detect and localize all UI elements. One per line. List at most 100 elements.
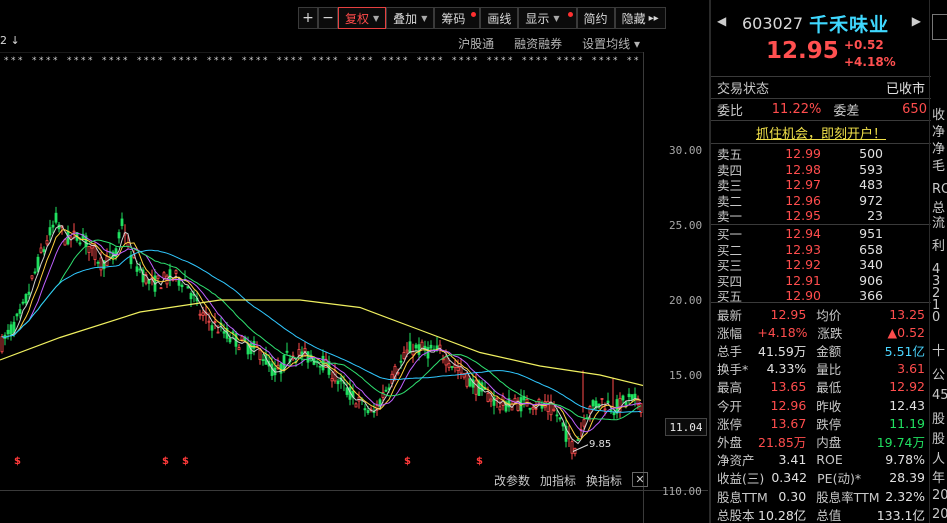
stat-value: 19.74万	[876, 434, 926, 450]
overlay-dropdown[interactable]: 叠加 ▼	[386, 7, 435, 29]
hide-panel-button[interactable]: 隐藏 ▸▸	[614, 7, 666, 29]
side-panel-text: 股	[932, 412, 946, 427]
add-indicator-button[interactable]: 加指标	[540, 472, 576, 489]
change-indicator-button[interactable]: 换指标	[586, 472, 622, 489]
next-stock-icon[interactable]: ▶	[912, 14, 921, 28]
marker-glyph: *	[417, 56, 422, 66]
candle-body	[459, 366, 463, 374]
ma60-line	[1, 249, 642, 413]
marker-glyph: *	[137, 56, 142, 66]
close-icon[interactable]: ✕	[632, 472, 648, 487]
chips-button[interactable]: 筹码	[434, 7, 481, 29]
marker-glyph: *	[438, 56, 443, 66]
stat-label: 均价	[816, 307, 842, 323]
candle-body	[240, 336, 244, 341]
stat-value: 5.51亿	[884, 343, 926, 359]
stat-label: 涨幅	[717, 325, 743, 341]
candle-body	[0, 336, 4, 353]
candle-body	[285, 350, 289, 353]
marker-glyph: *	[158, 56, 163, 66]
zoom-out-button[interactable]: −	[318, 7, 338, 29]
marker-glyph: *	[207, 56, 212, 66]
candle-body	[33, 271, 37, 274]
margin-trading-link[interactable]: 融资融券	[514, 35, 562, 52]
marker-glyph: *	[179, 56, 184, 66]
kline-chart-panel: + − 复权 ▼ 叠加 ▼ 筹码 画线 显示 ▼ 简约 隐藏 ▸▸ 2 ↓ 沪股…	[0, 0, 708, 523]
candle-body	[468, 378, 472, 387]
stock-header: 603027 千禾味业	[711, 10, 931, 37]
stat-label: 量比	[816, 362, 842, 378]
modify-params-button[interactable]: 改参数	[494, 472, 530, 489]
stats-row: 外盘 21.85万 内盘 19.74万	[717, 433, 926, 450]
candle-body	[399, 360, 403, 363]
hk-connect-link[interactable]: 沪股通	[458, 35, 494, 52]
dividend-marker-icon: $	[182, 456, 189, 467]
stat-label: 股息率TTM	[816, 489, 880, 505]
candle-body	[18, 309, 22, 314]
side-panel-text: 人	[932, 452, 946, 467]
ask-level-row[interactable]: 卖一 12.95 23	[717, 208, 925, 224]
candlestick-plot[interactable]: * * * * * * * * * * * * * * * * * * * * * * * * * * * * * * * * * * * * * * * *…	[0, 52, 643, 490]
candle-body	[606, 400, 610, 404]
candle-body	[588, 406, 592, 414]
stat-label: 最高	[717, 380, 743, 396]
level-price: 12.94	[785, 226, 821, 241]
open-account-link[interactable]: 抓住机会，即刻开户！	[717, 123, 925, 142]
marker-glyph: *	[39, 56, 44, 66]
marker-glyph: *	[221, 56, 226, 66]
candle-body	[363, 408, 367, 411]
level-volume: 340	[859, 257, 883, 272]
marker-glyph: *	[11, 56, 16, 66]
last-price: 12.95	[766, 38, 839, 64]
stat-value: 2.32%	[885, 488, 925, 504]
stat-label: 涨跌	[817, 325, 843, 341]
candle-body	[96, 261, 100, 264]
marker-glyph: *	[284, 56, 289, 66]
candle-body	[15, 313, 19, 317]
restore-rights-dropdown[interactable]: 复权 ▼	[338, 7, 387, 29]
wei-bi-value: 11.22%	[771, 102, 822, 117]
side-panel-tab[interactable]	[932, 14, 947, 40]
stat-label: 涨停	[717, 416, 743, 432]
zoom-in-button[interactable]: +	[298, 7, 318, 29]
stock-name[interactable]: 千禾味业	[809, 10, 889, 37]
stat-label: 净资产	[717, 453, 755, 469]
level-price: 12.98	[785, 161, 821, 177]
stat-label: PE(动)*	[817, 471, 862, 487]
draw-line-button[interactable]: 画线	[480, 7, 519, 29]
marker-glyph: *	[46, 56, 51, 66]
marker-glyph: *	[186, 56, 191, 66]
trade-status-label: 交易状态	[717, 82, 770, 97]
bid-level-row[interactable]: 买五 12.90 366	[717, 288, 925, 304]
stat-value: 3.41	[778, 452, 807, 468]
candle-body	[474, 380, 478, 395]
marker-glyph: *	[627, 56, 632, 66]
candle-body	[207, 320, 211, 323]
set-ma-link[interactable]: 设置均线 ▾	[582, 35, 640, 52]
stat-value: 133.1亿	[876, 507, 926, 523]
marker-glyph: *	[522, 56, 527, 66]
stat-label: ROE	[816, 452, 843, 468]
level-label: 卖一	[717, 209, 743, 224]
candle-body	[624, 401, 628, 406]
marker-glyph: *	[361, 56, 366, 66]
chevron-down-icon: ▾	[633, 37, 640, 51]
candle-body	[189, 293, 193, 300]
candle-body	[576, 439, 580, 442]
stat-value: 12.92	[889, 379, 926, 395]
level-volume: 593	[859, 161, 883, 177]
stat-label: 总值	[816, 507, 842, 523]
level-label: 买五	[717, 289, 743, 304]
stat-value: 4.33%	[766, 361, 807, 377]
candle-body	[456, 367, 460, 372]
marker-glyph: *	[396, 56, 401, 66]
marker-glyph: *	[81, 56, 86, 66]
display-dropdown[interactable]: 显示 ▼	[518, 7, 577, 29]
candle-body	[159, 287, 163, 290]
level-price: 12.99	[785, 146, 821, 161]
marker-glyph: *	[326, 56, 331, 66]
simple-mode-button[interactable]: 简约	[576, 7, 615, 29]
marker-glyph: *	[459, 56, 464, 66]
candle-body	[198, 313, 202, 316]
stats-row: 总股本 10.28亿 总值 133.1亿	[717, 506, 926, 523]
